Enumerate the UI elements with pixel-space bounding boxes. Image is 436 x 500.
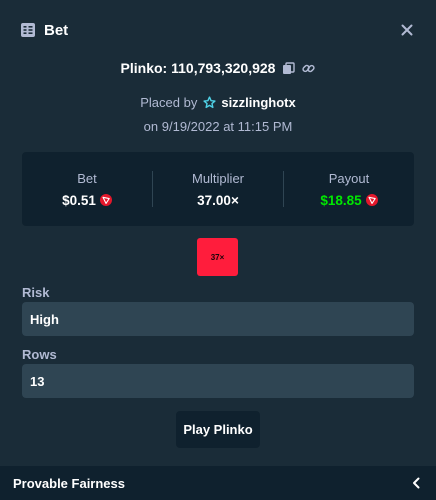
risk-label: Risk [22, 285, 50, 300]
game-bet-id: Plinko: 110,793,320,928 [120, 60, 276, 76]
bet-amount: $0.51 [62, 192, 96, 208]
bet-modal: Bet Plinko: 110,793,320,928 Placed by si… [0, 0, 436, 500]
link-icon[interactable] [301, 61, 315, 75]
bet-slip-icon [20, 22, 36, 38]
modal-header: Bet [20, 19, 418, 41]
placed-by-prefix: Placed by [140, 94, 198, 110]
chevron-left-icon[interactable] [409, 476, 423, 490]
placed-by: Placed by sizzlinghotx [0, 92, 436, 112]
bet-label: Bet [77, 170, 97, 186]
risk-field: High [22, 302, 414, 336]
vip-star-icon [202, 95, 216, 109]
multiplier-label: Multiplier [191, 170, 244, 186]
bet-stats-panel: Bet $0.51 Multiplier 37.00× Payout $18.8… [22, 152, 414, 226]
copy-icon[interactable] [281, 61, 295, 75]
multiplier-value: 37.00× [197, 192, 239, 208]
payout-label: Payout [328, 170, 370, 186]
close-icon[interactable] [396, 19, 418, 41]
play-plinko-button[interactable]: Play Plinko [176, 411, 260, 448]
bet-date: on 9/19/2022 at 11:15 PM [143, 119, 293, 134]
stat-bet: Bet $0.51 [22, 152, 152, 226]
tron-coin-icon [99, 194, 112, 206]
bet-value: $0.51 [62, 193, 112, 208]
payout-value: $18.85 [320, 192, 378, 208]
result-multiplier-badge: 37× [197, 238, 238, 276]
bet-id-line: Plinko: 110,793,320,928 [0, 58, 436, 78]
username-link[interactable]: sizzlinghotx [221, 95, 295, 110]
provable-fairness-bar[interactable]: Provable Fairness [0, 466, 436, 500]
rows-field: 13 [22, 364, 414, 398]
modal-title: Bet [44, 21, 69, 39]
tron-coin-icon [365, 194, 378, 206]
rows-label: Rows [22, 347, 57, 362]
stat-payout: Payout $18.85 [284, 152, 414, 226]
payout-amount: $18.85 [320, 192, 362, 208]
provable-fairness-title: Provable Fairness [13, 475, 125, 491]
stat-multiplier: Multiplier 37.00× [153, 152, 283, 226]
